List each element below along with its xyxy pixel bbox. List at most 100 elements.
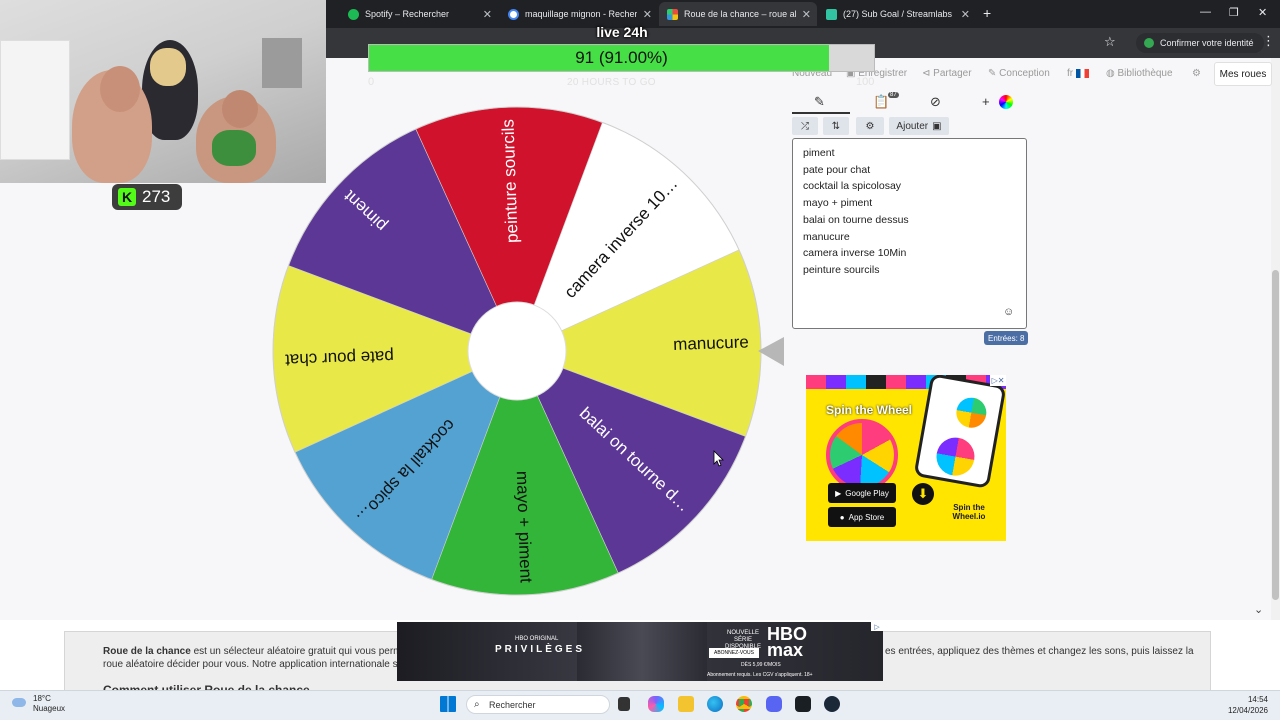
tab-google-search[interactable]: maquillage mignon - Recherche ✕ bbox=[500, 2, 658, 26]
clipboard-icon[interactable]: 📋 bbox=[873, 94, 889, 110]
chevron-down-icon[interactable]: ⌄ bbox=[1254, 603, 1263, 616]
entry-line: cocktail la spicolosay bbox=[803, 180, 902, 193]
tab-label: Roue de la chance – roue aléatoire bbox=[684, 9, 796, 19]
hbo-max-ad[interactable]: HBO ORIGINAL PRIVILÈGES NOUVELLE SÉRIE D… bbox=[397, 622, 883, 681]
identity-button[interactable]: Confirmer votre identité bbox=[1136, 33, 1264, 53]
temperature: 18°C bbox=[33, 694, 51, 703]
spin-the-wheel-ad[interactable]: Spin the Wheel ▶ Google Play ● App Store ⬇… bbox=[806, 375, 1006, 541]
close-window-button[interactable]: ✕ bbox=[1258, 6, 1267, 19]
streamlabs-app-icon[interactable] bbox=[795, 696, 811, 712]
entries-count-badge: Entrées: 8 bbox=[984, 331, 1029, 345]
article-line-1: Roue de la chance est un sélecteur aléat… bbox=[103, 646, 424, 657]
star-icon[interactable]: ☆ bbox=[1104, 34, 1116, 50]
eye-off-icon[interactable]: ⊘ bbox=[930, 94, 941, 110]
google-play-badge[interactable]: ▶ Google Play bbox=[828, 483, 896, 503]
copilot-icon[interactable] bbox=[648, 696, 664, 712]
clock-date: 12/04/2026 bbox=[1227, 706, 1268, 715]
nav-conception-label: Conception bbox=[999, 68, 1050, 79]
active-tab-indicator bbox=[792, 112, 850, 114]
close-tab-icon[interactable]: ✕ bbox=[643, 8, 652, 21]
pencil-icon: ✎ bbox=[988, 68, 1000, 79]
hbo-original-label: HBO ORIGINAL bbox=[515, 636, 559, 642]
close-tab-icon[interactable]: ✕ bbox=[961, 8, 970, 21]
results-count-badge: 87 bbox=[888, 92, 899, 98]
windows-start-icon[interactable] bbox=[440, 696, 456, 712]
nav-conception[interactable]: ✎ Conception bbox=[988, 68, 1050, 79]
goal-max: 100 bbox=[856, 76, 875, 88]
minimize-button[interactable]: — bbox=[1200, 6, 1211, 18]
sort-button[interactable]: ⇅ bbox=[823, 117, 849, 135]
ad-choices-icon[interactable]: ▷ bbox=[871, 622, 883, 631]
entry-line: camera inverse 10Min bbox=[803, 247, 907, 260]
add-wheel-icon[interactable]: + bbox=[982, 94, 990, 109]
tab-wheel[interactable]: Roue de la chance – roue aléatoire ✕ bbox=[659, 2, 817, 26]
edge-icon[interactable] bbox=[707, 696, 723, 712]
tab-spotify[interactable]: Spotify – Rechercher ✕ bbox=[340, 2, 498, 26]
add-image-button[interactable]: Ajouter ▣ bbox=[889, 117, 949, 135]
clock-time: 14:54 bbox=[1247, 695, 1268, 704]
webcam-wall-picture bbox=[262, 38, 302, 88]
emoji-icon[interactable]: ☺ bbox=[1003, 306, 1014, 318]
sort-icon: ⇅ bbox=[831, 120, 841, 132]
entry-line: balai on tourne dessus bbox=[803, 213, 909, 226]
shuffle-button[interactable]: ⤮ bbox=[792, 117, 818, 135]
tab-streamlabs[interactable]: (27) Sub Goal / Streamlabs ✕ bbox=[818, 2, 976, 26]
wheel-segment-label: pate pour chat bbox=[285, 347, 395, 370]
file-explorer-icon[interactable] bbox=[678, 696, 694, 712]
streamlabs-icon bbox=[826, 8, 837, 20]
my-wheels-button[interactable]: Mes roues bbox=[1214, 62, 1272, 86]
close-tab-icon[interactable]: ✕ bbox=[802, 8, 811, 21]
entry-line: pate pour chat bbox=[803, 163, 871, 176]
chrome-icon[interactable] bbox=[736, 696, 752, 712]
article-text: est un sélecteur aléatoire gratuit qui v… bbox=[190, 646, 424, 657]
shuffle-icon: ⤮ bbox=[801, 120, 809, 132]
ad-close-icon[interactable]: ▷✕ bbox=[990, 375, 1006, 386]
tab-label: Spotify – Rechercher bbox=[365, 9, 450, 19]
image-icon: ▣ bbox=[932, 120, 942, 132]
ad-phone-wheel-small bbox=[953, 395, 989, 431]
search-icon: ⌕ bbox=[474, 699, 480, 710]
nav-bibliotheque[interactable]: ◍ Bibliothèque bbox=[1106, 68, 1173, 79]
scrollbar-thumb[interactable] bbox=[1272, 270, 1279, 600]
webcam-overlay bbox=[0, 0, 326, 183]
wheel-icon bbox=[667, 8, 678, 20]
pencil-icon[interactable]: ✎ bbox=[814, 94, 825, 110]
google-play-label: Google Play bbox=[845, 488, 889, 498]
sub-goal-bar: 91 (91.00%) bbox=[368, 44, 875, 72]
globe-icon: ◍ bbox=[1106, 68, 1118, 79]
advanced-button[interactable]: ⚙ bbox=[856, 117, 884, 135]
new-tab-button[interactable]: + bbox=[983, 5, 991, 21]
ad-title: Spin the Wheel bbox=[826, 403, 913, 417]
kick-count: 273 bbox=[142, 187, 171, 206]
app-store-badge[interactable]: ● App Store bbox=[828, 507, 896, 527]
price-label: DÈS 5,99 €/MOIS bbox=[741, 662, 781, 668]
close-tab-icon[interactable]: ✕ bbox=[483, 8, 492, 21]
browser-menu-icon[interactable]: ⋮ bbox=[1262, 33, 1275, 49]
color-wheel-icon[interactable] bbox=[999, 95, 1013, 109]
language-selector[interactable]: fr bbox=[1067, 68, 1089, 79]
cloud-icon bbox=[12, 698, 26, 707]
taskbar-search[interactable]: ⌕ Rechercher bbox=[466, 695, 610, 714]
ad-photo-people bbox=[577, 622, 707, 681]
subscribe-button[interactable]: ABONNEZ-VOUS bbox=[709, 648, 759, 658]
steam-icon[interactable] bbox=[824, 696, 840, 712]
discord-icon[interactable] bbox=[766, 696, 782, 712]
ad-phone bbox=[913, 375, 1006, 489]
google-icon bbox=[508, 8, 519, 20]
settings-icon[interactable]: ⚙ bbox=[1192, 68, 1201, 79]
ad-wheel-icon bbox=[826, 419, 898, 491]
wheel-center[interactable] bbox=[467, 301, 567, 401]
article-line-2: roue aléatoire décider pour vous. Notre … bbox=[103, 659, 417, 670]
entry-line: piment bbox=[803, 147, 835, 159]
play-icon: ▶ bbox=[835, 488, 842, 498]
taskbar-search-label: Rechercher bbox=[489, 699, 536, 710]
system-clock[interactable]: 14:54 12/04/2026 bbox=[1224, 694, 1268, 716]
task-view-icon[interactable] bbox=[618, 697, 630, 711]
nav-partager[interactable]: ⊲ Partager bbox=[922, 68, 972, 79]
weather-text: 18°C Nuageux bbox=[33, 694, 65, 714]
gear-icon: ⚙ bbox=[865, 120, 875, 132]
maximize-button[interactable]: ❐ bbox=[1229, 6, 1239, 19]
french-flag-icon bbox=[1075, 68, 1089, 78]
entries-textarea[interactable]: piment pate pour chat cocktail la spicol… bbox=[792, 138, 1027, 329]
article-bold: Roue de la chance bbox=[103, 646, 191, 657]
